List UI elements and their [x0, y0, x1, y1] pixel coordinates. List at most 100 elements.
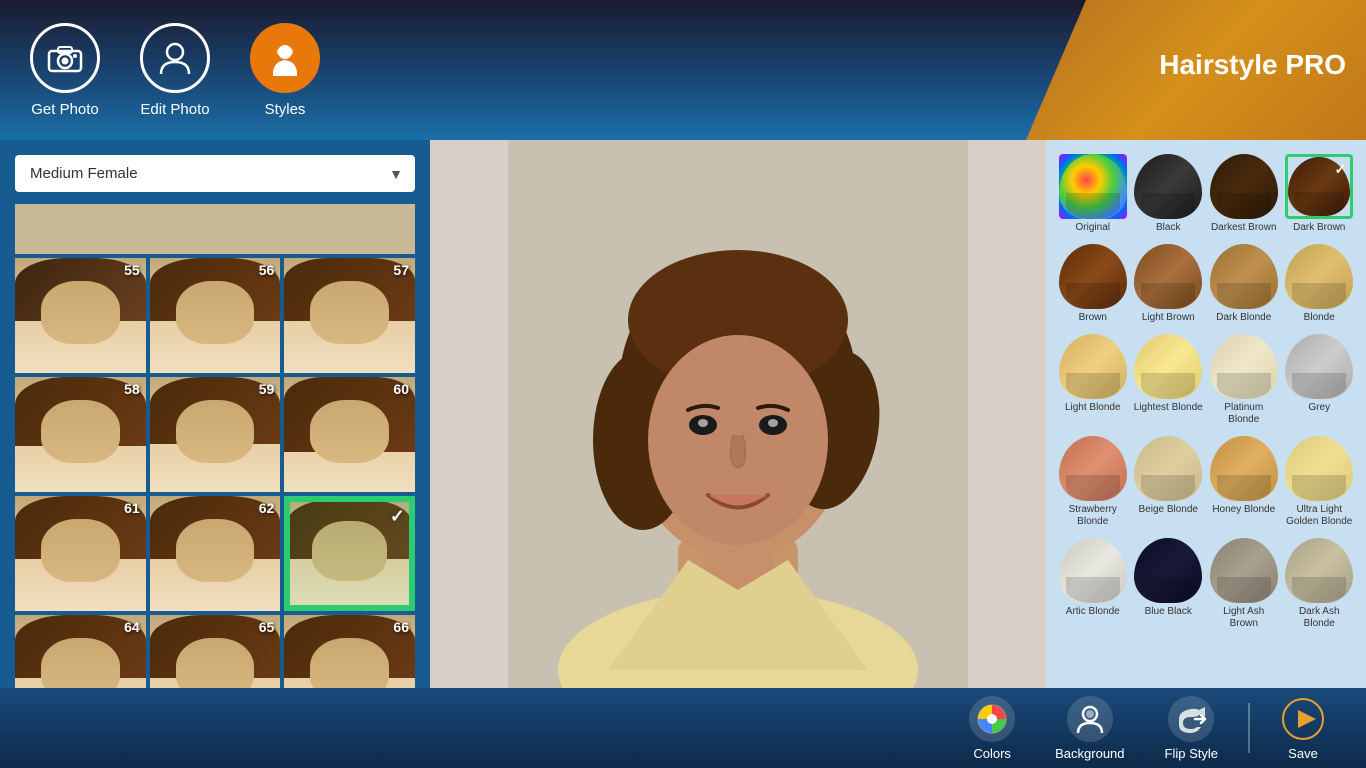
color-light-blonde[interactable]: Light Blonde [1056, 330, 1130, 430]
color-artic-blonde[interactable]: Artic Blonde [1056, 534, 1130, 634]
color-label-light-blonde: Light Blonde [1065, 402, 1121, 414]
color-label-dark-brown: Dark Brown [1293, 222, 1345, 234]
partial-styles-row [15, 204, 415, 254]
color-label-brown: Brown [1079, 312, 1107, 324]
woman-photo-svg [508, 140, 968, 688]
color-honey-blonde[interactable]: Honey Blonde [1207, 432, 1281, 532]
style-num-64: 64 [124, 619, 140, 635]
color-brown[interactable]: Brown [1056, 240, 1130, 328]
style-num-61: 61 [124, 500, 140, 516]
color-dark-blonde[interactable]: Dark Blonde [1207, 240, 1281, 328]
color-ultra-light-golden-blonde[interactable]: Ultra Light Golden Blonde [1283, 432, 1357, 532]
nav-btn-get-photo[interactable]: Get Photo [30, 23, 100, 118]
color-grey[interactable]: Grey [1283, 330, 1357, 430]
style-item-56[interactable]: 56 [150, 258, 281, 373]
color-swatch-blonde [1285, 244, 1353, 309]
color-blue-black[interactable]: Blue Black [1132, 534, 1206, 634]
color-blonde[interactable]: Blonde [1283, 240, 1357, 328]
style-item-60[interactable]: 60 [284, 377, 415, 492]
color-swatch-dark-blonde [1210, 244, 1278, 309]
main-content: Medium Female Short Female Long Female S… [0, 140, 1366, 688]
color-swatch-lightest-blonde [1134, 334, 1202, 399]
style-item-57[interactable]: 57 [284, 258, 415, 373]
header: Get Photo Edit Photo Styles [0, 0, 1366, 140]
styles-row-4: 64 65 66 [15, 615, 415, 688]
color-dark-ash-blonde[interactable]: Dark Ash Blonde [1283, 534, 1357, 634]
color-label-light-brown: Light Brown [1142, 312, 1195, 324]
style-item-59[interactable]: 59 [150, 377, 281, 492]
colors-icon [969, 696, 1015, 742]
center-photo [430, 140, 1046, 688]
styles-label: Styles [265, 101, 306, 118]
nav-btn-edit-photo[interactable]: Edit Photo [140, 23, 210, 118]
style-num-59: 59 [259, 381, 275, 397]
flip-style-button[interactable]: Flip Style [1145, 696, 1238, 761]
colors-button[interactable]: Colors [949, 696, 1035, 761]
style-num-66: 66 [393, 619, 409, 635]
color-grid: Original Black Darkest Brown ✓ Dar [1056, 150, 1356, 634]
color-lightest-blonde[interactable]: Lightest Blonde [1132, 330, 1206, 430]
style-item-55[interactable]: 55 [15, 258, 146, 373]
color-label-grey: Grey [1308, 402, 1330, 414]
color-light-ash-brown[interactable]: Light Ash Brown [1207, 534, 1281, 634]
color-swatch-honey-blonde [1210, 436, 1278, 501]
get-photo-label: Get Photo [31, 101, 99, 118]
style-category-dropdown[interactable]: Medium Female Short Female Long Female S… [15, 155, 415, 192]
color-light-brown[interactable]: Light Brown [1132, 240, 1206, 328]
color-swatch-beige-blonde [1134, 436, 1202, 501]
color-label-light-ash-brown: Light Ash Brown [1209, 606, 1279, 630]
color-label-lightest-blonde: Lightest Blonde [1134, 402, 1203, 414]
style-item-63[interactable]: ✓ [284, 496, 415, 611]
color-label-blue-black: Blue Black [1145, 606, 1192, 618]
style-item-66[interactable]: 66 [284, 615, 415, 688]
right-panel: Original Black Darkest Brown ✓ Dar [1046, 140, 1366, 688]
color-dark-brown[interactable]: ✓ Dark Brown [1283, 150, 1357, 238]
color-original[interactable]: Original [1056, 150, 1130, 238]
color-swatch-light-ash-brown [1210, 538, 1278, 603]
color-label-honey-blonde: Honey Blonde [1212, 504, 1275, 516]
style-item-61[interactable]: 61 [15, 496, 146, 611]
background-button[interactable]: Background [1035, 696, 1144, 761]
save-button[interactable]: Save [1260, 696, 1346, 761]
color-label-artic-blonde: Artic Blonde [1066, 606, 1120, 618]
dropdown-container: Medium Female Short Female Long Female S… [15, 155, 415, 192]
color-black[interactable]: Black [1132, 150, 1206, 238]
color-swatch-black [1134, 154, 1202, 219]
color-label-blonde: Blonde [1304, 312, 1335, 324]
color-swatch-darkest-brown [1210, 154, 1278, 219]
style-num-57: 57 [393, 262, 409, 278]
color-swatch-dark-ash-blonde [1285, 538, 1353, 603]
color-darkest-brown[interactable]: Darkest Brown [1207, 150, 1281, 238]
style-num-60: 60 [393, 381, 409, 397]
style-num-65: 65 [259, 619, 275, 635]
style-item-62[interactable]: 62 [150, 496, 281, 611]
background-label: Background [1055, 746, 1124, 761]
color-label-ultra-light-golden-blonde: Ultra Light Golden Blonde [1285, 504, 1355, 528]
color-label-dark-blonde: Dark Blonde [1216, 312, 1271, 324]
left-panel: Medium Female Short Female Long Female S… [0, 140, 430, 688]
logo-area: Hairstyle PRO [1026, 0, 1366, 140]
color-swatch-platinum-blonde [1210, 334, 1278, 399]
dark-brown-checkmark: ✓ [1335, 161, 1347, 178]
background-icon [1067, 696, 1113, 742]
color-label-dark-ash-blonde: Dark Ash Blonde [1285, 606, 1355, 630]
bottom-toolbar: Colors Background Flip Style [0, 688, 1366, 768]
color-swatch-light-brown [1134, 244, 1202, 309]
style-item-65[interactable]: 65 [150, 615, 281, 688]
style-num-55: 55 [124, 262, 140, 278]
styles-icon [250, 23, 320, 93]
color-swatch-strawberry-blonde [1059, 436, 1127, 501]
color-platinum-blonde[interactable]: Platinum Blonde [1207, 330, 1281, 430]
color-beige-blonde[interactable]: Beige Blonde [1132, 432, 1206, 532]
nav-btn-styles[interactable]: Styles [250, 23, 320, 118]
color-swatch-artic-blonde [1059, 538, 1127, 603]
color-strawberry-blonde[interactable]: Strawberry Blonde [1056, 432, 1130, 532]
color-swatch-light-blonde [1059, 334, 1127, 399]
person-icon [140, 23, 210, 93]
color-swatch-dark-brown: ✓ [1285, 154, 1353, 219]
style-item-58[interactable]: 58 [15, 377, 146, 492]
style-num-62: 62 [259, 500, 275, 516]
save-icon [1280, 696, 1326, 742]
style-item-64[interactable]: 64 [15, 615, 146, 688]
toolbar-divider [1248, 703, 1250, 753]
